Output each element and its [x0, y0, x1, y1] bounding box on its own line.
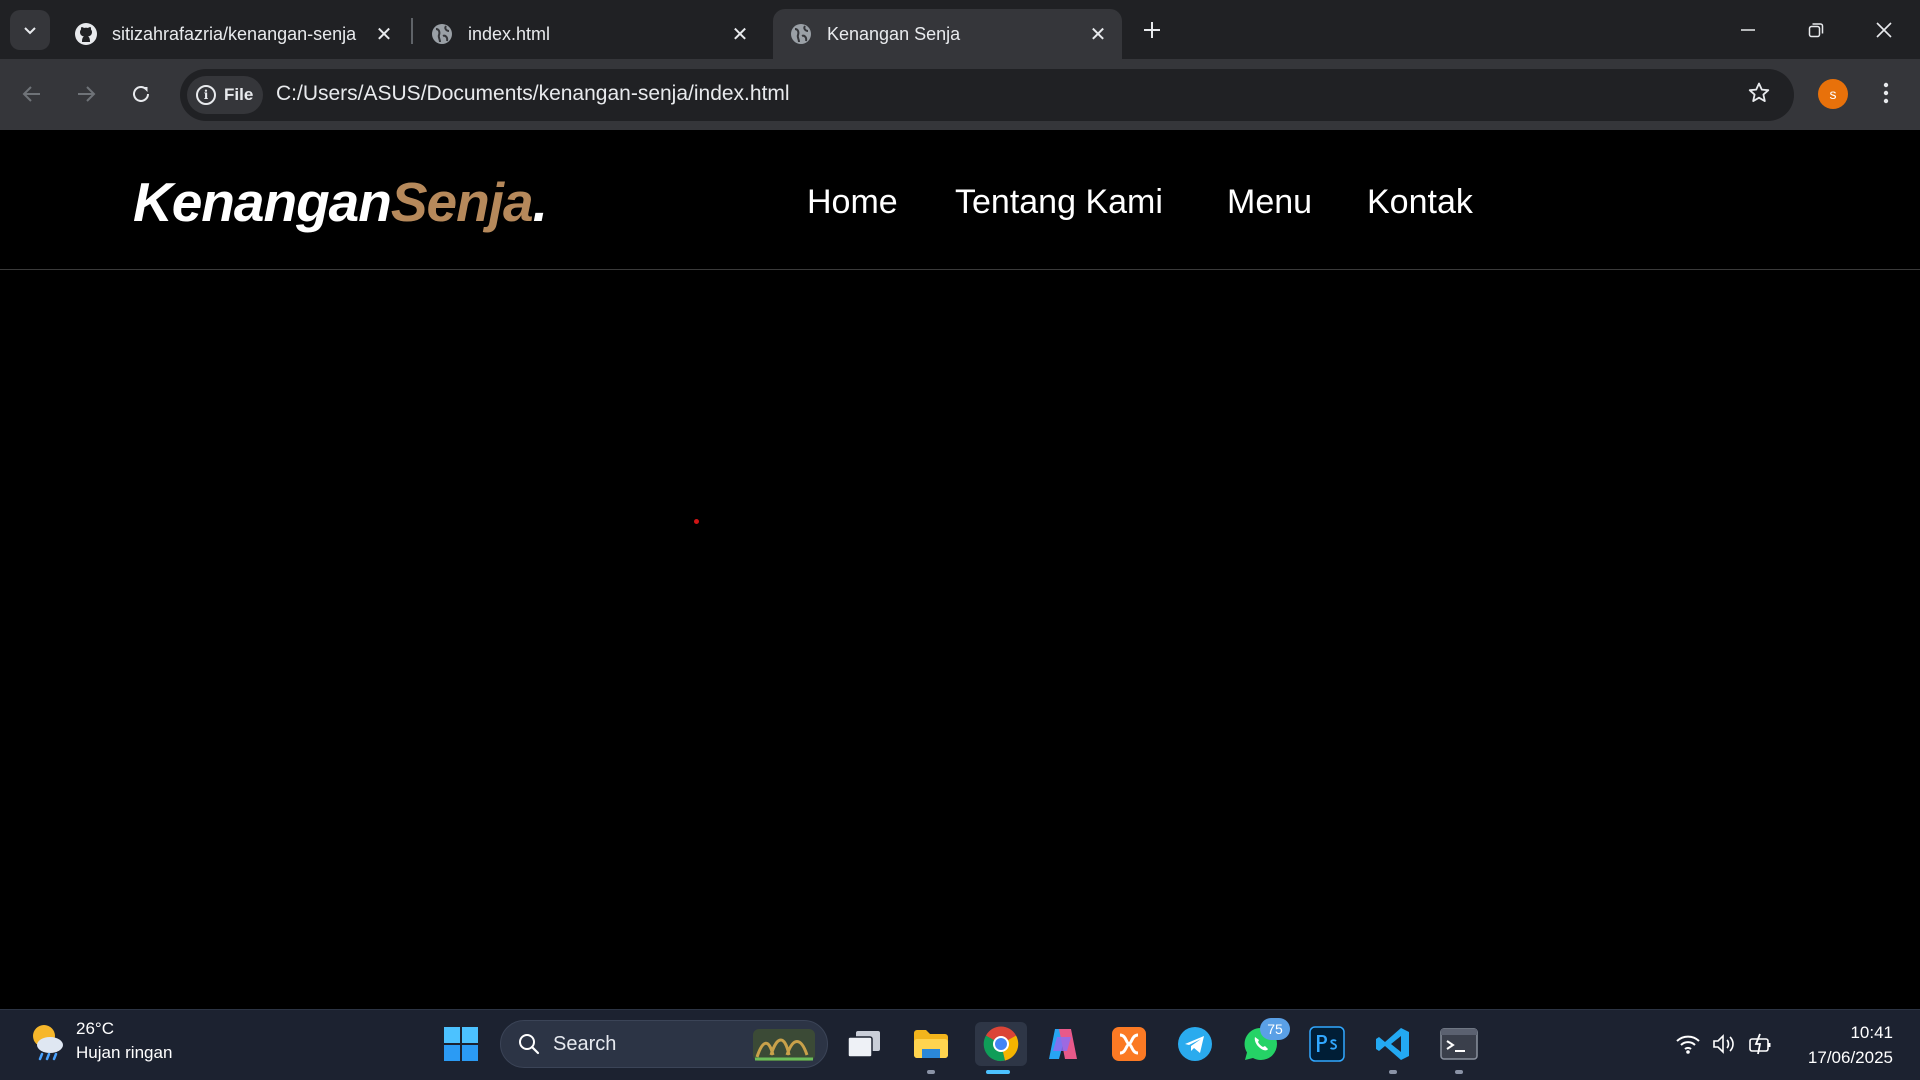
- new-tab-button[interactable]: [1136, 14, 1168, 46]
- nav-link-tentang-kami[interactable]: Tentang Kami: [955, 183, 1163, 222]
- tab-title: index.html: [468, 23, 551, 44]
- url-text[interactable]: C:/Users/ASUS/Documents/kenangan-senja/i…: [276, 82, 790, 106]
- windows-taskbar: [0, 1009, 1920, 1080]
- whatsapp-notification-badge: 75: [1260, 1018, 1290, 1040]
- close-tab-icon[interactable]: ✕: [726, 20, 754, 48]
- globe-icon: [789, 22, 813, 46]
- copilot-button[interactable]: [1041, 1022, 1085, 1066]
- weather-rain-icon: [28, 1021, 68, 1061]
- nav-link-home[interactable]: Home: [807, 183, 898, 222]
- photoshop-button[interactable]: [1305, 1022, 1349, 1066]
- nav-link-kontak[interactable]: Kontak: [1367, 183, 1473, 222]
- tab-title: sitizahrafazria/kenangan-senja: [112, 23, 357, 44]
- restore-icon: [1808, 22, 1824, 37]
- minimize-button[interactable]: [1714, 0, 1782, 59]
- active-app-indicator: [986, 1070, 1010, 1074]
- close-window-button[interactable]: [1850, 0, 1918, 59]
- search-label: Search: [553, 1032, 617, 1055]
- taskbar-search[interactable]: Search: [500, 1020, 828, 1068]
- forward-button[interactable]: [68, 76, 104, 112]
- clock-time: 10:41: [1850, 1023, 1893, 1042]
- task-view-button[interactable]: [842, 1022, 886, 1066]
- task-view-icon: [847, 1031, 880, 1058]
- close-icon: [1876, 21, 1892, 38]
- running-indicator: [927, 1070, 935, 1074]
- logo-accent-text: Senja: [390, 171, 534, 233]
- site-header: KenanganSenja. Home Tentang Kami Menu Ko…: [0, 130, 1920, 270]
- search-icon: [519, 1034, 540, 1055]
- terminal-icon: [1440, 1028, 1478, 1060]
- plus-icon: [1144, 22, 1160, 38]
- chevron-down-icon: [24, 27, 36, 35]
- xampp-button[interactable]: [1107, 1022, 1151, 1066]
- copilot-icon: [1049, 1029, 1077, 1059]
- nav-link-menu[interactable]: Menu: [1227, 183, 1312, 222]
- windows-logo-icon: [444, 1027, 478, 1061]
- xampp-icon: [1112, 1027, 1146, 1061]
- site-nav-item: Menu: [1227, 172, 1312, 232]
- weather-widget[interactable]: 26°C Hujan ringan: [28, 1017, 172, 1065]
- photoshop-icon: [1309, 1026, 1345, 1062]
- minimize-icon: [1741, 28, 1755, 31]
- weather-description: Hujan ringan: [76, 1043, 173, 1062]
- logo-dot: .: [532, 171, 548, 233]
- tab-title: Kenangan Senja: [827, 23, 961, 44]
- tab-search-button[interactable]: [10, 10, 50, 50]
- bookmark-star-icon[interactable]: [1744, 78, 1774, 108]
- site-logo[interactable]: KenanganSenja.: [133, 170, 548, 234]
- volume-icon[interactable]: [1710, 1030, 1738, 1058]
- telegram-button[interactable]: [1173, 1022, 1217, 1066]
- vscode-button[interactable]: [1371, 1022, 1415, 1066]
- reload-icon: [133, 85, 149, 102]
- info-icon: i: [196, 85, 216, 105]
- tab-separator: [411, 18, 413, 44]
- start-button[interactable]: [439, 1022, 483, 1066]
- running-indicator: [1455, 1070, 1463, 1074]
- site-nav: Home: [807, 172, 898, 232]
- wifi-icon[interactable]: [1674, 1030, 1702, 1058]
- cursor-dot: [694, 519, 699, 524]
- tab-kenangan-senja[interactable]: Kenangan Senja ✕: [773, 9, 1122, 59]
- site-nav-item: Tentang Kami: [955, 172, 1163, 232]
- terminal-button[interactable]: [1437, 1022, 1481, 1066]
- web-page: KenanganSenja. Home Tentang Kami Menu Ko…: [0, 130, 1920, 1009]
- tab-index-html[interactable]: index.html ✕: [414, 9, 764, 59]
- close-tab-icon[interactable]: ✕: [1084, 20, 1112, 48]
- site-nav-item: Kontak: [1367, 172, 1473, 232]
- back-button[interactable]: [14, 76, 50, 112]
- chrome-taskbar-button[interactable]: [975, 1022, 1027, 1066]
- tab-github[interactable]: sitizahrafazria/kenangan-senja ✕: [58, 9, 408, 59]
- close-tab-icon[interactable]: ✕: [370, 20, 398, 48]
- github-icon: [74, 22, 98, 46]
- logo-main-text: Kenangan: [133, 171, 392, 233]
- folder-icon: [914, 1030, 948, 1058]
- search-highlight-illustration: [753, 1029, 815, 1061]
- reload-button[interactable]: [123, 76, 159, 112]
- restore-button[interactable]: [1782, 0, 1850, 59]
- browser-menu-icon[interactable]: [1874, 78, 1898, 108]
- site-info-chip[interactable]: i File: [187, 76, 263, 114]
- profile-avatar[interactable]: s: [1818, 79, 1848, 109]
- vscode-icon: [1376, 1028, 1409, 1060]
- file-explorer-button[interactable]: [909, 1022, 953, 1066]
- taskbar-clock[interactable]: 10:41 17/06/2025: [1808, 1020, 1893, 1070]
- site-info-label: File: [224, 85, 254, 104]
- battery-charging-icon[interactable]: [1746, 1030, 1774, 1058]
- globe-icon: [430, 22, 454, 46]
- arrow-right-icon: [78, 86, 96, 102]
- telegram-icon: [1178, 1027, 1212, 1061]
- weather-temperature: 26°C: [76, 1019, 114, 1038]
- arrow-left-icon: [22, 86, 40, 102]
- clock-date: 17/06/2025: [1807, 1048, 1893, 1067]
- chrome-icon: [983, 1026, 1019, 1062]
- running-indicator: [1389, 1070, 1397, 1074]
